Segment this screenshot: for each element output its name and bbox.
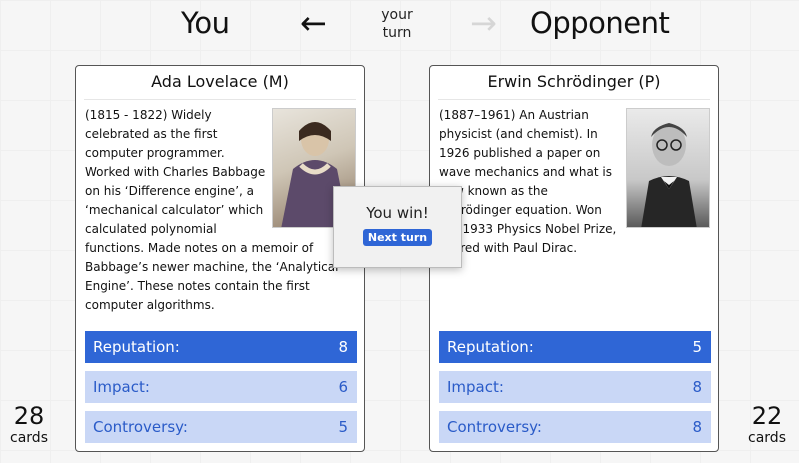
opponent-deck-count: 22 — [751, 402, 783, 430]
stat-label: Reputation: — [93, 338, 180, 356]
arrow-left-icon: ← — [300, 4, 327, 42]
opponent-card-title: Erwin Schrödinger (P) — [438, 66, 710, 100]
stat-label: Controversy: — [93, 418, 188, 436]
next-turn-button[interactable]: Next turn — [362, 229, 433, 246]
stat-label: Impact: — [93, 378, 150, 396]
result-message: You win! — [366, 204, 429, 222]
stat-label: Controversy: — [447, 418, 542, 436]
opponent-title: Opponent — [530, 6, 670, 40]
stat-value: 6 — [338, 378, 348, 396]
result-dialog: You win! Next turn — [333, 186, 462, 268]
opponent-card-body: (1887–1961) An Austrian physicist (and c… — [430, 100, 718, 352]
stat-value: 8 — [338, 338, 348, 356]
opponent-card: Erwin Schrödinger (P) (1887–1961) An Aus… — [429, 65, 719, 452]
opponent-deck-label: cards — [748, 430, 786, 446]
stat-value: 5 — [338, 418, 348, 436]
player-stat-impact[interactable]: Impact: 6 — [85, 371, 357, 403]
turn-indicator: your turn — [381, 7, 413, 41]
player-deck-label: cards — [10, 430, 48, 446]
player-stat-controversy[interactable]: Controversy: 5 — [85, 411, 357, 443]
player-deck-counter: 28 cards — [6, 402, 52, 446]
player-deck-count: 28 — [13, 402, 45, 430]
opponent-deck-counter: 22 cards — [744, 402, 790, 446]
you-title: You — [181, 6, 230, 40]
arrow-right-icon: → — [470, 4, 497, 42]
player-card-title: Ada Lovelace (M) — [84, 66, 356, 100]
stat-label: Impact: — [447, 378, 504, 396]
stat-value: 8 — [692, 418, 702, 436]
erwin-schrodinger-portrait — [626, 108, 710, 228]
stat-value: 8 — [692, 378, 702, 396]
opponent-stat-controversy: Controversy: 8 — [439, 411, 711, 443]
player-stat-reputation[interactable]: Reputation: 8 — [85, 331, 357, 363]
player-card: Ada Lovelace (M) (1815 - 1822) Widely ce… — [75, 65, 365, 452]
opponent-stat-reputation: Reputation: 5 — [439, 331, 711, 363]
stat-label: Reputation: — [447, 338, 534, 356]
stat-value: 5 — [692, 338, 702, 356]
opponent-stat-impact: Impact: 8 — [439, 371, 711, 403]
player-card-body: (1815 - 1822) Widely celebrated as the f… — [76, 100, 364, 352]
